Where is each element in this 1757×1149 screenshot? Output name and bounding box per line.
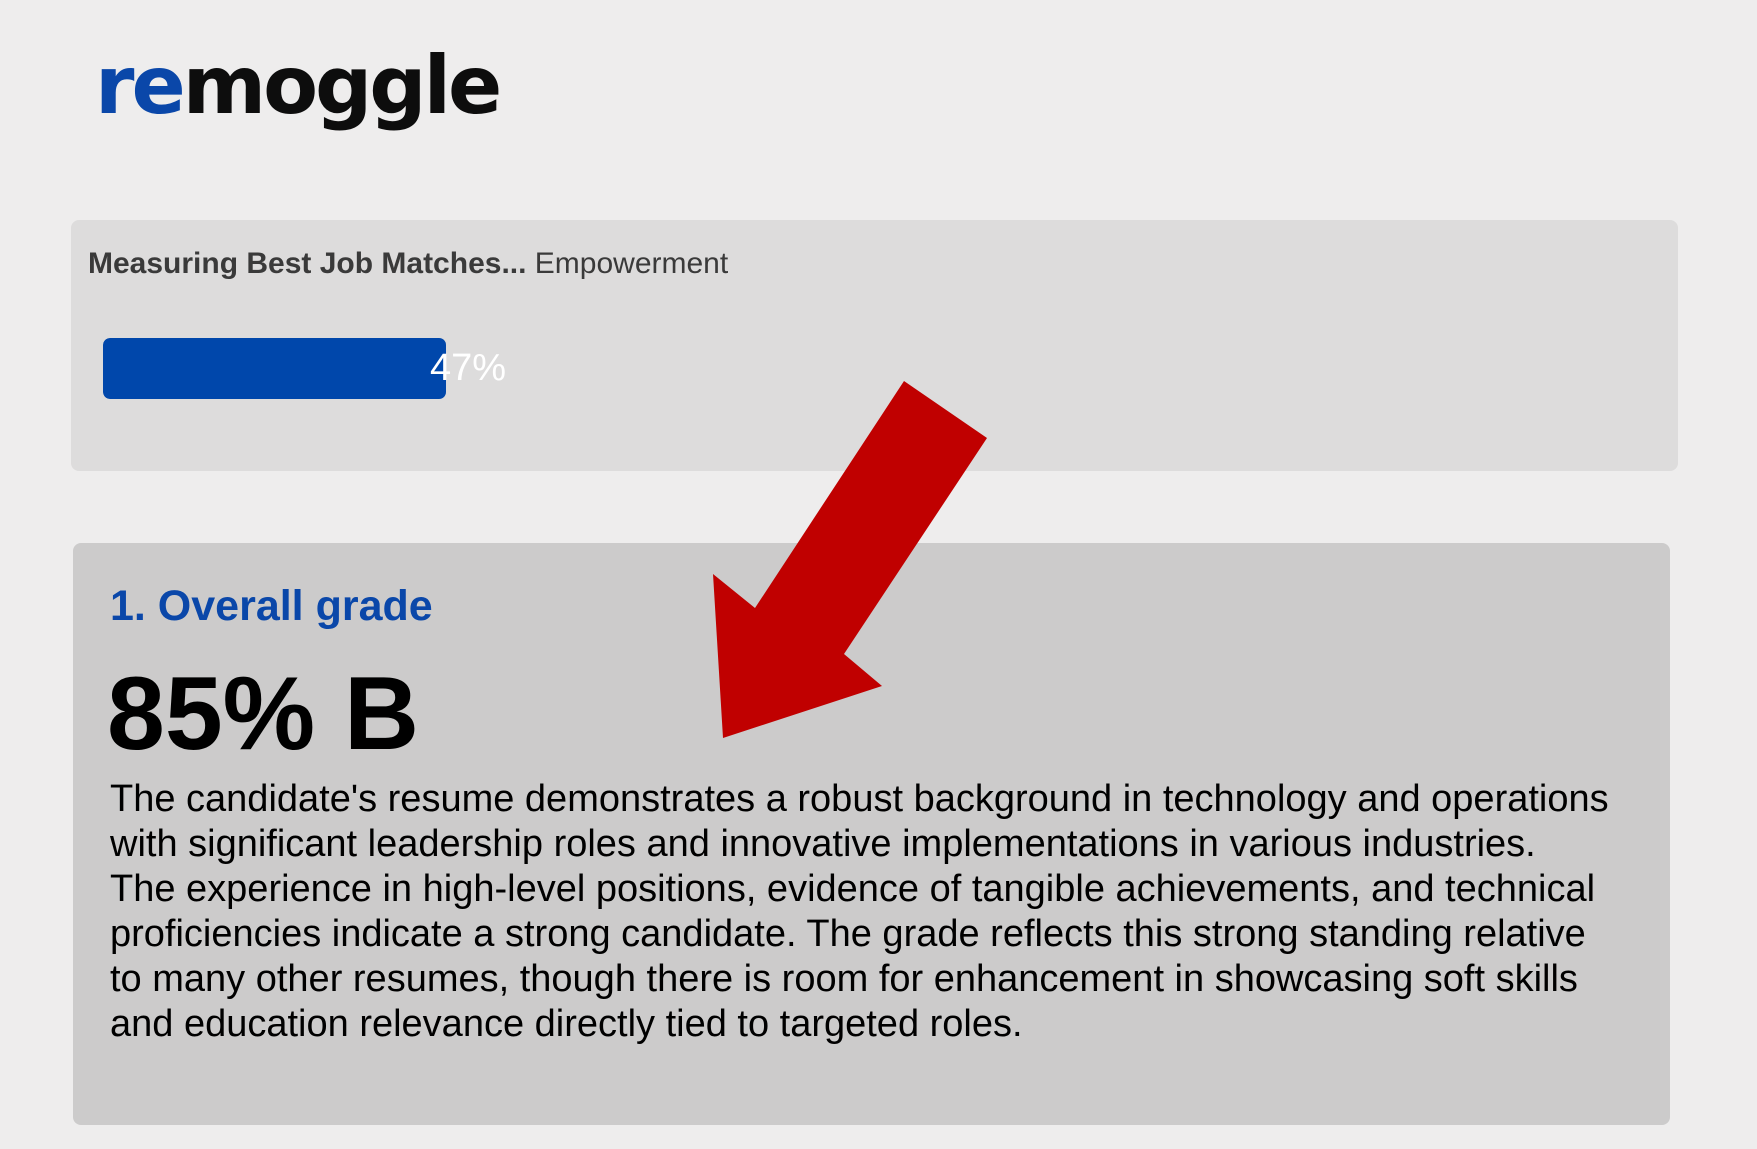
overall-grade-title: 1. Overall grade — [110, 582, 433, 630]
progress-current-item: Empowerment — [534, 247, 729, 280]
grade-description: The candidate's resume demonstrates a ro… — [110, 778, 1609, 1045]
progress-panel: Measuring Best Job Matches... Empowermen… — [71, 220, 1678, 471]
logo-accent-text: re — [95, 39, 186, 132]
logo-rest-text: moggle — [182, 39, 503, 132]
grade-score: 85% B — [107, 656, 420, 772]
progress-bar: 47% — [103, 338, 833, 399]
progress-heading-label: Measuring Best Job Matches... — [88, 247, 527, 280]
brand-logo: remoggle — [95, 38, 503, 134]
progress-heading: Measuring Best Job Matches... Empowermen… — [88, 246, 728, 282]
overall-grade-panel: 1. Overall grade 85% B The candidate's r… — [73, 543, 1670, 1125]
progress-percent-label: 47% — [429, 347, 507, 389]
